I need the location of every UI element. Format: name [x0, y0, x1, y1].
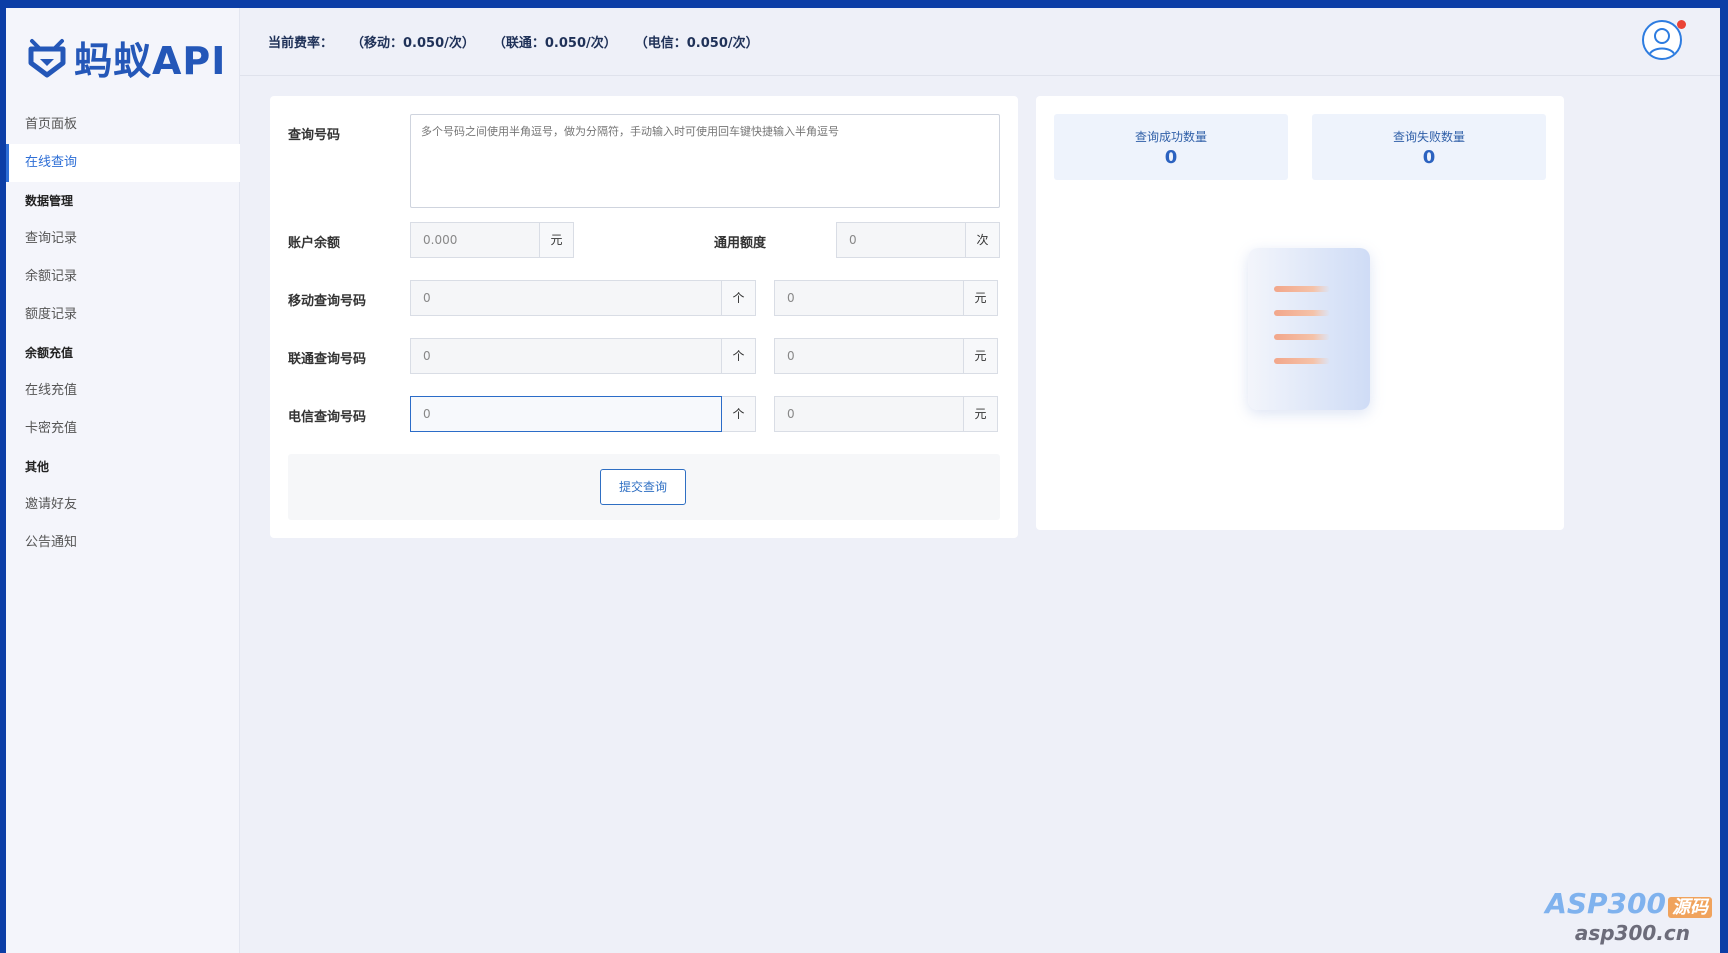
- sidebar-item-11[interactable]: 公告通知: [6, 524, 240, 562]
- sidebar: 蚂蚁API 首页面板 在线查询数据管理查询记录 余额记录 额度记录余额充值在线充值 卡密…: [6, 8, 240, 953]
- mobile-cost-group: 0元: [774, 280, 998, 316]
- mobile-count-unit: 个: [722, 280, 756, 316]
- query-label: 查询号码: [288, 128, 341, 143]
- sidebar-group-6: 余额充值: [25, 346, 74, 360]
- quota-label: 通用额度: [714, 236, 767, 251]
- quota-unit: 次: [966, 222, 1000, 258]
- telecom-count-unit: 个: [722, 396, 756, 432]
- watermark-logo: ASP300 源码: [1545, 887, 1712, 920]
- watermark: ASP300 源码 asp300.cn: [1536, 887, 1712, 947]
- query-numbers-input[interactable]: [410, 114, 1000, 208]
- doc-line: [1274, 310, 1330, 316]
- doc-line: [1274, 334, 1330, 340]
- balance-group: 0.000 元: [410, 222, 574, 258]
- sidebar-item-7[interactable]: 在线充值: [6, 372, 240, 410]
- sidebar-nav: 首页面板 在线查询数据管理查询记录 余额记录 额度记录余额充值在线充值 卡密充值其他邀请…: [6, 106, 240, 562]
- telecom-count-group: 0个: [410, 396, 756, 432]
- doc-line: [1274, 358, 1330, 364]
- submit-query-button[interactable]: 提交查询: [600, 469, 686, 505]
- watermark-url: asp300.cn: [1574, 921, 1690, 945]
- sidebar-item-1[interactable]: 在线查询: [6, 144, 240, 182]
- query-form-card: 查询号码 账户余额 0.000 元 通用额度 0 次 移动查询号码0个0元联通查…: [270, 96, 1018, 538]
- unicom-row: 联通查询号码 0 个 0 元: [288, 338, 998, 374]
- balance-row: 账户余额 0.000 元 通用额度 0 次: [288, 222, 1000, 258]
- brand-name: 蚂蚁API: [74, 38, 227, 83]
- stats-card: 查询成功数量 0 查询失败数量 0: [1036, 96, 1564, 530]
- unicom-cost-unit: 元: [964, 338, 998, 374]
- sidebar-item-0[interactable]: 首页面板: [6, 106, 240, 144]
- app-frame: 蚂蚁API 首页面板 在线查询数据管理查询记录 余额记录 额度记录余额充值在线充值 卡密…: [6, 8, 1720, 953]
- user-icon: [1648, 28, 1676, 57]
- telecom-cost-unit: 元: [964, 396, 998, 432]
- sidebar-item-10[interactable]: 邀请好友: [6, 486, 240, 524]
- balance-label: 账户余额: [288, 236, 341, 251]
- sidebar-item-4[interactable]: 余额记录: [6, 258, 240, 296]
- rate-unicom: （联通：0.050/次）: [492, 36, 617, 51]
- success-stat: 查询成功数量 0: [1054, 114, 1288, 180]
- mobile-cost-input[interactable]: 0: [774, 280, 964, 316]
- success-label: 查询成功数量: [1134, 130, 1207, 144]
- sidebar-item-3[interactable]: 查询记录: [6, 220, 240, 258]
- fail-value: 0: [1422, 147, 1436, 168]
- telecom-count-input[interactable]: 0: [410, 396, 722, 432]
- quota-group: 0 次: [836, 222, 1000, 258]
- unicom-cost-input[interactable]: 0: [774, 338, 964, 374]
- rate-telecom: （电信：0.050/次）: [634, 36, 759, 51]
- quota-input[interactable]: 0: [836, 222, 966, 258]
- unicom-count-unit: 个: [722, 338, 756, 374]
- sidebar-item-5[interactable]: 额度记录: [6, 296, 240, 334]
- sidebar-item-8[interactable]: 卡密充值: [6, 410, 240, 448]
- unicom-count-input[interactable]: 0: [410, 338, 722, 374]
- brand-logo[interactable]: 蚂蚁API: [26, 32, 227, 83]
- sidebar-group-9: 其他: [25, 460, 50, 474]
- telecom-cost-group: 0元: [774, 396, 998, 432]
- rate-label: 当前费率：: [268, 36, 334, 51]
- empty-document-icon: [1248, 248, 1370, 410]
- telecom-row: 电信查询号码 0 个 0 元: [288, 396, 998, 432]
- rate-info: 当前费率： （移动：0.050/次） （联通：0.050/次） （电信：0.05…: [268, 32, 777, 51]
- user-avatar[interactable]: [1642, 20, 1682, 60]
- mobile-cost-unit: 元: [964, 280, 998, 316]
- telecom-label: 电信查询号码: [288, 410, 367, 425]
- notification-dot: [1677, 20, 1686, 29]
- submit-area: 提交查询: [288, 454, 1000, 520]
- balance-unit: 元: [540, 222, 574, 258]
- fail-stat: 查询失败数量 0: [1312, 114, 1546, 180]
- success-value: 0: [1164, 147, 1178, 168]
- ant-logo-icon: [28, 39, 66, 78]
- unicom-label: 联通查询号码: [288, 352, 367, 367]
- query-row: 查询号码: [288, 114, 1000, 208]
- top-header: 当前费率： （移动：0.050/次） （联通：0.050/次） （电信：0.05…: [240, 8, 1720, 76]
- unicom-cost-group: 0元: [774, 338, 998, 374]
- rate-mobile: （移动：0.050/次）: [351, 36, 475, 51]
- mobile-label: 移动查询号码: [288, 294, 367, 309]
- mobile-count-group: 0个: [410, 280, 756, 316]
- telecom-cost-input[interactable]: 0: [774, 396, 964, 432]
- unicom-count-group: 0个: [410, 338, 756, 374]
- mobile-row: 移动查询号码 0 个 0 元: [288, 280, 998, 316]
- balance-input[interactable]: 0.000: [410, 222, 540, 258]
- mobile-count-input[interactable]: 0: [410, 280, 722, 316]
- sidebar-group-2: 数据管理: [25, 194, 74, 208]
- fail-label: 查询失败数量: [1392, 130, 1465, 144]
- doc-line: [1274, 286, 1330, 292]
